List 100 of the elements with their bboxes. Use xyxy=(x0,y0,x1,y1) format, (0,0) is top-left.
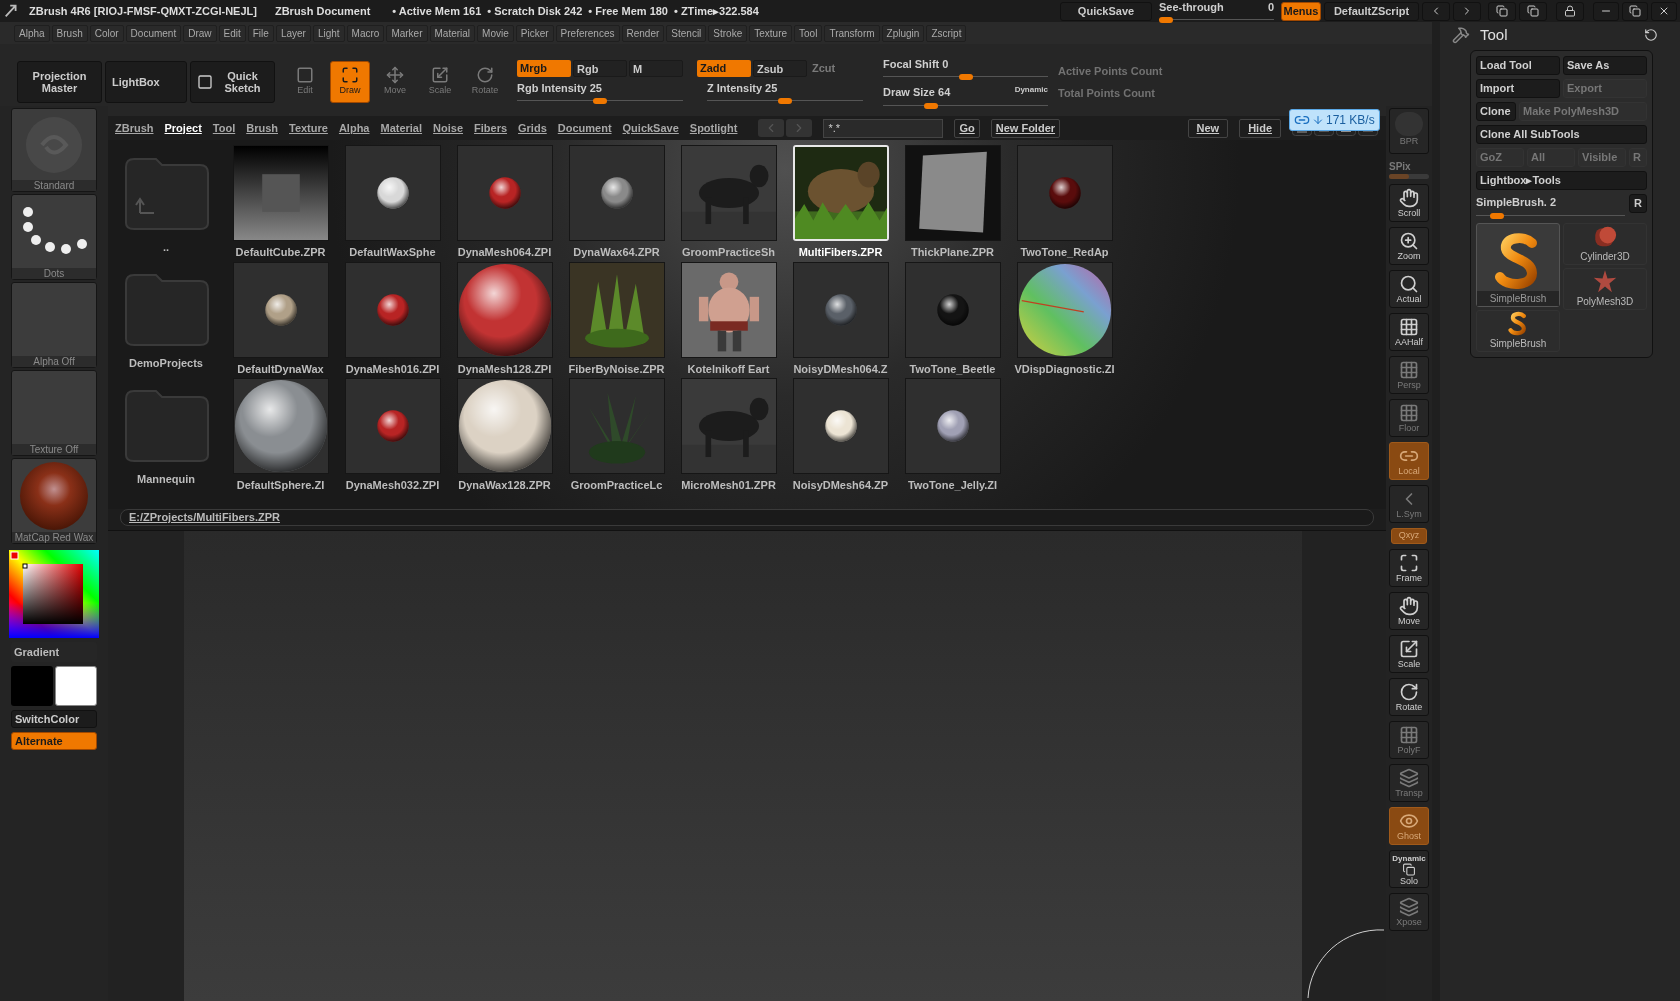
slider-thumb[interactable] xyxy=(1159,17,1173,24)
lock-button[interactable] xyxy=(1556,1,1584,21)
panel-button[interactable]: Clone xyxy=(1476,102,1516,121)
slider-track[interactable] xyxy=(1389,174,1429,179)
menu-item[interactable]: Movie xyxy=(477,24,514,42)
reset-icon[interactable] xyxy=(1644,28,1658,42)
menu-item[interactable]: Transform xyxy=(824,24,880,42)
menus-button[interactable]: Menus xyxy=(1281,1,1321,21)
lightbox-tab[interactable]: Alpha xyxy=(338,119,370,137)
toolbar-button[interactable]: Actual xyxy=(1389,270,1429,308)
menu-item[interactable]: Brush xyxy=(51,24,88,42)
menu-item[interactable]: Light xyxy=(312,24,345,42)
folder-name[interactable]: DemoProjects xyxy=(129,355,203,372)
channel-toggle[interactable]: Mrgb xyxy=(517,59,571,77)
lightbox-tab[interactable]: ZBrush xyxy=(115,119,154,137)
lightbox-tab[interactable]: Brush xyxy=(246,119,278,137)
menu-item[interactable]: Render xyxy=(621,24,665,42)
panel-button[interactable]: Lightbox▸Tools xyxy=(1476,171,1647,190)
menu-item[interactable]: Marker xyxy=(386,24,428,42)
brush-tile[interactable]: Standard xyxy=(11,108,97,192)
menu-item[interactable]: Macro xyxy=(346,24,385,42)
hide-button[interactable]: Hide xyxy=(1239,118,1281,138)
tool-thumbnail[interactable]: SimpleBrush xyxy=(1476,309,1560,352)
menu-item[interactable]: Texture xyxy=(749,24,793,42)
scroll-left-button[interactable] xyxy=(1422,1,1450,21)
lightbox-tab[interactable]: Fibers xyxy=(474,119,508,137)
reset-button[interactable]: R xyxy=(1629,194,1647,213)
lightbox-tab[interactable]: Tool xyxy=(212,119,236,137)
lightbox-tab[interactable]: QuickSave xyxy=(622,119,679,137)
new-folder-button[interactable]: New Folder xyxy=(990,118,1061,138)
material-tile[interactable]: MatCap Red Wax xyxy=(11,458,97,544)
menu-item[interactable]: Zplugin xyxy=(881,24,925,42)
alternate-button[interactable]: Alternate xyxy=(11,732,97,750)
slider-thumb[interactable] xyxy=(958,74,973,80)
menu-item[interactable]: Layer xyxy=(275,24,311,42)
minimize-button[interactable] xyxy=(1593,1,1619,21)
tool-thumbnail[interactable]: PolyMesh3D xyxy=(1563,267,1647,310)
tool-thumbnail[interactable]: SimpleBrush xyxy=(1476,222,1560,307)
toolbar-button[interactable]: Scale xyxy=(1389,635,1429,673)
toolbar-button[interactable]: Zoom xyxy=(1389,227,1429,265)
menu-item[interactable]: Zscript xyxy=(926,24,967,42)
menu-item[interactable]: Alpha xyxy=(14,24,50,42)
lightbox-tab[interactable]: Project xyxy=(164,119,202,137)
dynamic-label[interactable]: Dynamic xyxy=(1014,84,1048,96)
restore-button[interactable] xyxy=(1622,1,1648,21)
toolbar-button[interactable]: Scroll xyxy=(1389,184,1429,222)
panel-button[interactable]: Save As xyxy=(1563,56,1647,75)
color-picker[interactable] xyxy=(9,550,99,638)
toolbar-button[interactable]: Move xyxy=(1389,592,1429,630)
channel-toggle[interactable]: Rgb xyxy=(573,59,627,77)
menu-item[interactable]: Picker xyxy=(515,24,554,42)
quick-sketch-button[interactable]: Quick Sketch xyxy=(190,61,275,103)
panel-button[interactable]: Clone All SubTools xyxy=(1476,125,1647,144)
secondary-color-swatch[interactable] xyxy=(55,666,97,706)
main-color-swatch[interactable] xyxy=(11,666,53,706)
mode-button[interactable]: Draw xyxy=(330,61,370,103)
window-prev-button[interactable] xyxy=(1488,1,1516,21)
window-next-button[interactable] xyxy=(1519,1,1547,21)
menu-item[interactable]: Color xyxy=(89,24,124,42)
slider-thumb[interactable] xyxy=(1489,212,1504,219)
slider-thumb[interactable] xyxy=(778,98,792,105)
go-button[interactable]: Go xyxy=(954,118,980,138)
channel-toggle[interactable]: Zsub xyxy=(753,59,807,77)
panel-button[interactable]: Load Tool xyxy=(1476,56,1560,75)
texture-tile[interactable]: Texture Off xyxy=(11,370,97,456)
script-button[interactable]: DefaultZScript xyxy=(1324,1,1419,21)
menu-item[interactable]: Edit xyxy=(218,24,246,42)
menu-item[interactable]: Stencil xyxy=(666,24,707,42)
menu-item[interactable]: Draw xyxy=(183,24,217,42)
toolbar-button[interactable]: Frame xyxy=(1389,549,1429,587)
alpha-tile[interactable]: Alpha Off xyxy=(11,282,97,368)
filter-field[interactable]: *.* xyxy=(823,118,944,138)
lightbox-tab[interactable]: Spotlight xyxy=(689,119,738,137)
tool-thumbnail[interactable]: Cylinder3D xyxy=(1563,222,1647,265)
new-button[interactable]: New xyxy=(1187,118,1229,138)
lightbox-tab[interactable]: Texture xyxy=(289,119,328,137)
projection-master-button[interactable]: Projection Master xyxy=(17,61,102,103)
menu-item[interactable]: Material xyxy=(429,24,476,42)
menu-item[interactable]: Document xyxy=(125,24,182,42)
toolbar-button[interactable]: Dynamic Solo xyxy=(1389,850,1429,888)
switch-color-button[interactable]: SwitchColor xyxy=(11,710,97,728)
menu-item[interactable]: Stroke xyxy=(708,24,748,42)
menu-item[interactable]: File xyxy=(247,24,274,42)
panel-button[interactable]: Import xyxy=(1476,79,1560,98)
stroke-tile[interactable]: Dots xyxy=(11,194,97,280)
slider-thumb[interactable] xyxy=(923,102,938,109)
lightbox-tab[interactable]: Noise xyxy=(433,119,463,137)
menu-item[interactable]: Preferences xyxy=(555,24,620,42)
quicksave-button[interactable]: QuickSave xyxy=(1060,1,1152,21)
lightbox-button[interactable]: LightBox xyxy=(105,61,187,103)
channel-toggle[interactable]: M xyxy=(629,59,683,77)
lightbox-tab[interactable]: Grids xyxy=(518,119,547,137)
folder-name[interactable]: .. xyxy=(162,239,170,256)
folder-name[interactable]: Mannequin xyxy=(136,471,196,488)
close-button[interactable] xyxy=(1651,1,1677,21)
channel-toggle[interactable]: Zadd xyxy=(697,59,751,77)
menu-item[interactable]: Tool xyxy=(794,24,823,42)
toolbar-button[interactable]: AAHalf xyxy=(1389,313,1429,351)
toolbar-button[interactable]: Rotate xyxy=(1389,678,1429,716)
scroll-right-button[interactable] xyxy=(1453,1,1481,21)
